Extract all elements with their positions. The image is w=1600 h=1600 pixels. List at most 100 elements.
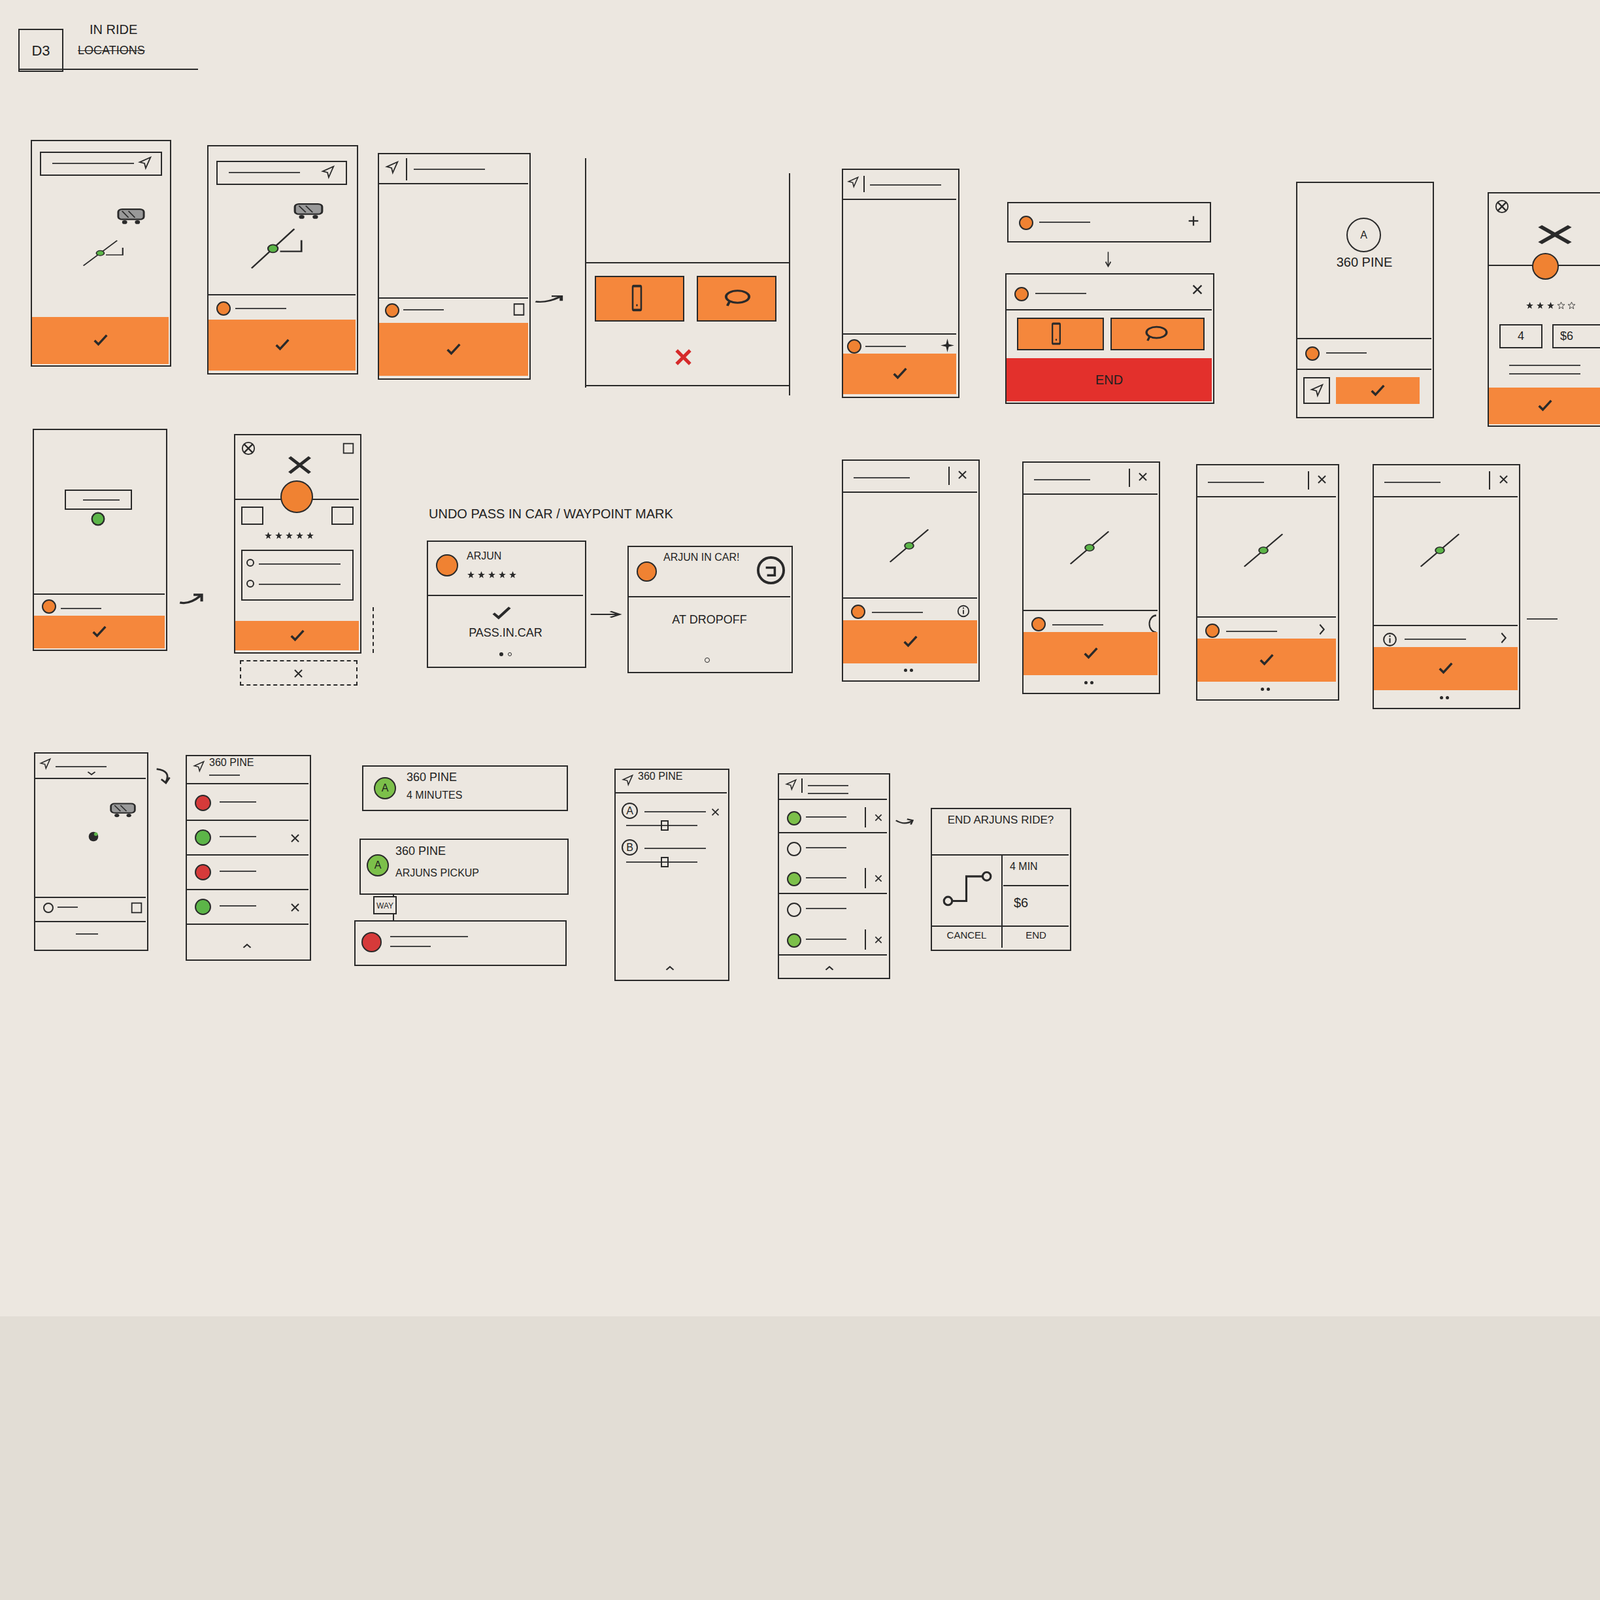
message-button[interactable] — [696, 275, 777, 322]
star-icon — [264, 531, 273, 540]
timeline-row[interactable] — [779, 894, 887, 926]
remove-icon[interactable] — [873, 934, 884, 946]
close-icon[interactable] — [1494, 199, 1510, 214]
scribble-line — [871, 611, 923, 614]
close-icon[interactable] — [292, 667, 305, 680]
scribble-line — [1326, 352, 1367, 354]
star-icon — [498, 570, 507, 580]
struck-title: LOCATIONS — [77, 43, 146, 59]
stop-row[interactable] — [186, 856, 309, 891]
cancel-button[interactable]: CANCEL — [932, 929, 1002, 942]
phone-frame — [33, 752, 149, 951]
end-button[interactable]: END — [1003, 929, 1069, 942]
pass-in-car-button[interactable]: PASS.IN.CAR — [428, 625, 584, 641]
remove-icon[interactable] — [873, 812, 884, 823]
divider — [864, 929, 867, 950]
route-icon — [1237, 524, 1289, 576]
divider — [584, 384, 789, 387]
confirm-button[interactable] — [1023, 632, 1158, 676]
scribble-line — [258, 583, 341, 585]
tag-label: WAY — [376, 901, 394, 911]
check-icon — [1434, 659, 1457, 678]
remove-icon[interactable] — [709, 806, 721, 818]
timeline-row[interactable] — [779, 925, 887, 957]
confirm-button[interactable] — [1335, 377, 1420, 404]
confirm-button[interactable] — [32, 316, 169, 365]
divider — [1373, 624, 1518, 627]
remove-icon[interactable] — [288, 901, 302, 914]
phone-frame: 4$6 — [1487, 192, 1600, 427]
star-icon — [305, 531, 315, 540]
scribble-line — [235, 307, 287, 310]
confirm-button[interactable] — [235, 620, 359, 651]
divider — [1023, 493, 1158, 495]
confirm-button[interactable] — [208, 319, 356, 371]
paper-sheet — [0, 0, 1600, 1317]
stop-row[interactable] — [186, 821, 309, 857]
page-dot — [1439, 696, 1444, 700]
scribble-line — [228, 171, 300, 174]
eta-card: A360 PINE4 MINUTES — [362, 765, 568, 812]
call-icon[interactable] — [511, 301, 527, 318]
pin-icon — [88, 509, 108, 529]
stop-row[interactable] — [186, 890, 309, 926]
timeline-row[interactable] — [779, 833, 887, 865]
confirm-button[interactable] — [379, 322, 529, 376]
end-button[interactable]: END — [1006, 358, 1212, 402]
rider-bar[interactable] — [1007, 201, 1212, 243]
flow-arrow-icon — [152, 765, 176, 788]
confirm-button[interactable] — [843, 620, 978, 664]
close-icon[interactable] — [241, 441, 256, 456]
plane-icon — [939, 337, 956, 354]
divider — [948, 466, 950, 485]
close-icon[interactable] — [1190, 282, 1205, 297]
end-ride-dialog: END ARJUNS RIDE?4 MIN$6CANCELEND — [930, 807, 1072, 951]
chat-icon — [1143, 322, 1170, 345]
close-icon[interactable] — [673, 347, 694, 368]
route-icon — [939, 864, 993, 910]
scribble-line — [219, 870, 257, 872]
stop-row[interactable] — [186, 786, 309, 822]
confirm-button[interactable] — [1197, 638, 1336, 682]
info-icon[interactable] — [1381, 631, 1399, 648]
waypoint-tag: WAY — [373, 896, 397, 915]
message-button[interactable] — [1110, 317, 1205, 351]
badge: A — [373, 777, 397, 800]
waypoint-row[interactable]: A — [615, 800, 727, 836]
divider — [405, 158, 408, 181]
close-icon[interactable] — [1497, 473, 1510, 486]
confirm-button[interactable] — [1373, 647, 1518, 691]
remove-icon[interactable] — [873, 873, 884, 884]
call-button[interactable] — [594, 275, 685, 322]
flag-icon[interactable] — [341, 441, 356, 456]
confirm-button[interactable] — [843, 353, 957, 395]
ride-status: ARJUN IN CAR! — [663, 550, 744, 565]
list-icon[interactable] — [129, 900, 144, 916]
confirm-button[interactable] — [1488, 387, 1600, 425]
timeline-row[interactable] — [779, 803, 887, 834]
expand-icon[interactable] — [1186, 213, 1201, 229]
waypoint-row[interactable]: B — [615, 837, 727, 872]
info-icon[interactable] — [956, 603, 971, 619]
close-icon[interactable] — [1136, 470, 1150, 484]
stop-eta: 4 MINUTES — [406, 788, 463, 802]
avatar-icon — [847, 339, 862, 354]
scribble-line — [55, 766, 107, 768]
undo-icon[interactable] — [755, 554, 787, 586]
confirm-button[interactable] — [33, 615, 165, 649]
close-icon[interactable] — [1315, 473, 1329, 486]
phone-frame — [30, 139, 172, 367]
at-dropoff-button[interactable]: AT DROPOFF — [628, 612, 791, 628]
chevron-icon[interactable] — [1315, 622, 1329, 637]
chevron-icon[interactable] — [1497, 630, 1510, 646]
check-icon — [489, 603, 514, 624]
divider — [843, 491, 978, 493]
timeline-row[interactable] — [779, 864, 887, 895]
divider — [788, 173, 791, 396]
stop-dot — [786, 871, 802, 887]
navigation-icon — [384, 160, 400, 175]
remove-icon[interactable] — [288, 832, 302, 845]
close-icon[interactable] — [956, 468, 969, 482]
page-dot — [903, 668, 908, 672]
info-list — [241, 549, 354, 601]
